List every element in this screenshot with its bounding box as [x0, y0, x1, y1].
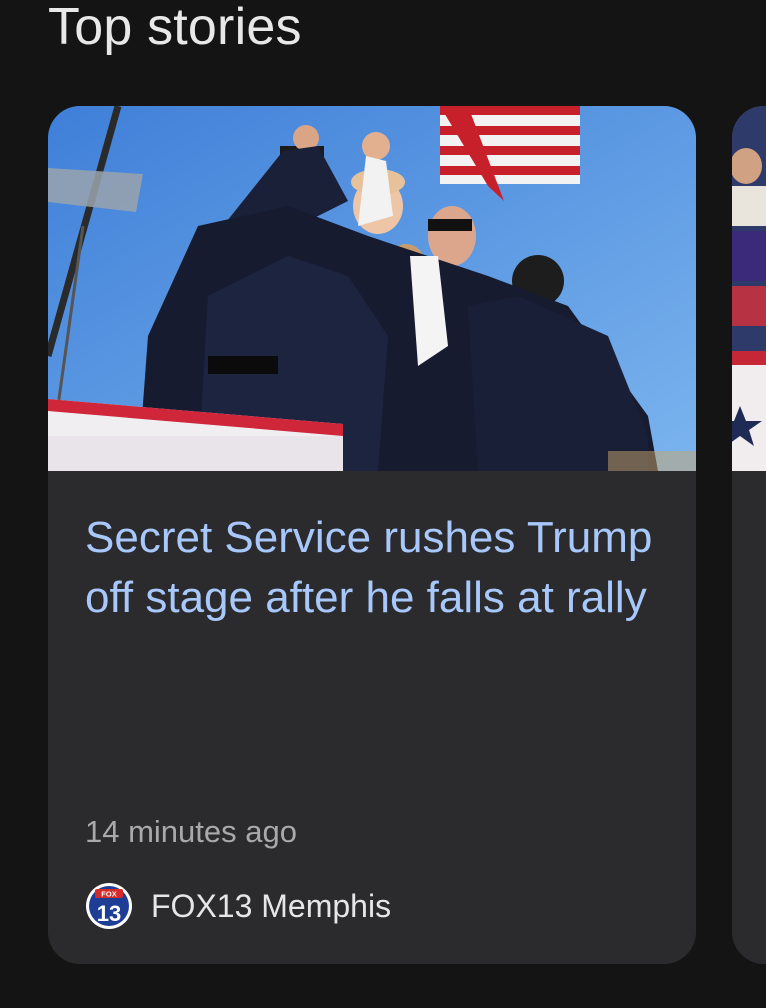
story-card[interactable]: Secret Service rushes Trump off stage af…: [48, 106, 696, 964]
story-timestamp: 14 minutes ago: [85, 814, 297, 849]
story-source[interactable]: FOX 13 FOX13 Memphis: [85, 882, 391, 930]
story-image: [48, 106, 696, 471]
next-story-card[interactable]: [732, 106, 766, 964]
next-story-image: [732, 106, 766, 471]
top-stories-carousel[interactable]: Secret Service rushes Trump off stage af…: [0, 106, 766, 964]
story-headline[interactable]: Secret Service rushes Trump off stage af…: [85, 508, 665, 628]
logo-fox-text: FOX: [101, 890, 116, 899]
source-name: FOX13 Memphis: [151, 888, 392, 924]
fox13-logo-icon: FOX 13: [86, 883, 132, 929]
section-title: Top stories: [48, 0, 302, 56]
logo-number-text: 13: [97, 901, 121, 926]
